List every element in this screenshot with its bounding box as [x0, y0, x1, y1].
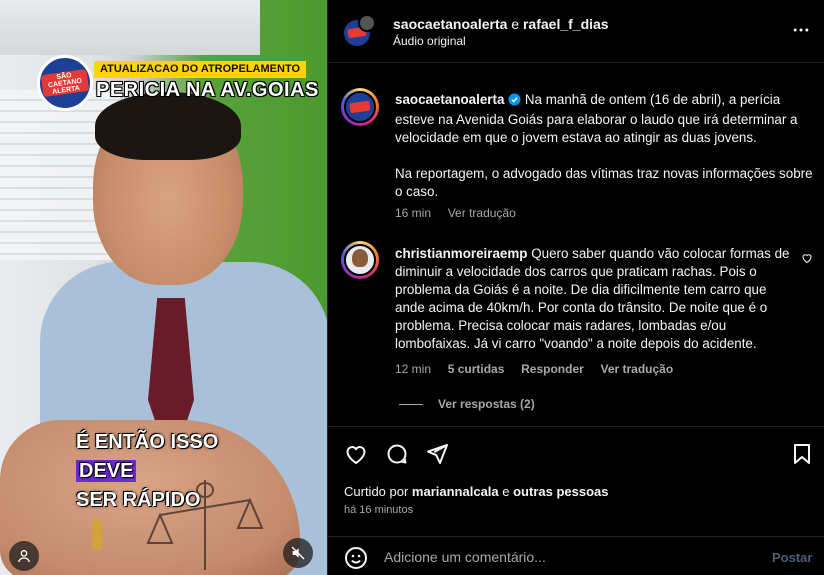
- comment-input[interactable]: [384, 547, 754, 567]
- comment-time[interactable]: 12 min: [395, 362, 431, 376]
- liked-by-others[interactable]: outras pessoas: [513, 484, 608, 499]
- header-user-1[interactable]: saocaetanoalerta: [393, 16, 507, 32]
- video-headline: PERICIA NA AV.GOIAS: [96, 79, 319, 101]
- caption-translate-link[interactable]: Ver tradução: [448, 206, 516, 220]
- verified-badge-icon: [508, 93, 521, 111]
- caption-author[interactable]: saocaetanoalerta: [395, 92, 504, 107]
- original-audio-link[interactable]: Áudio original: [393, 34, 466, 48]
- comment-translate-link[interactable]: Ver tradução: [600, 362, 673, 376]
- channel-logo-text: SÃO CAETANO ALERTA: [40, 68, 90, 98]
- comment-meta: 12 min 5 curtidas Responder Ver tradução: [395, 362, 673, 376]
- send-icon[interactable]: [425, 442, 451, 468]
- comments-list[interactable]: saocaetanoalerta Na manhã de ontem (16 d…: [328, 64, 824, 426]
- caption-paragraph-2: Na reportagem, o advogado das vítimas tr…: [395, 166, 813, 199]
- instagram-post-view: SÃO CAETANO ALERTA ATUALIZACAO DO ATROPE…: [0, 0, 824, 575]
- post-caption: saocaetanoalerta Na manhã de ontem (16 d…: [395, 91, 815, 201]
- caption-meta: 16 min Ver tradução: [395, 206, 516, 220]
- post-actions: Curtido por mariannalcala e outras pesso…: [328, 426, 824, 536]
- liked-by-prefix: Curtido por: [344, 484, 412, 499]
- video-background-wall: [0, 0, 260, 55]
- caption-avatar[interactable]: [344, 91, 376, 123]
- header-connector: e: [507, 16, 523, 32]
- liked-by-line: Curtido por mariannalcala e outras pesso…: [344, 484, 608, 499]
- view-replies-link[interactable]: Ver respostas (2): [438, 397, 535, 411]
- post-timestamp[interactable]: há 16 minutos: [344, 504, 413, 516]
- add-comment-bar: Postar: [328, 536, 824, 575]
- comment-reply-button[interactable]: Responder: [521, 362, 584, 376]
- liked-by-user[interactable]: mariannalcala: [412, 484, 499, 499]
- liked-by-connector: e: [498, 484, 514, 499]
- post-side-panel: saocaetanoalerta e rafael_f_dias Áudio o…: [327, 0, 824, 575]
- video-caption: É ENTÃO ISSO DEVE SER RÁPIDO: [76, 428, 276, 515]
- bookmark-icon[interactable]: [790, 442, 816, 468]
- header-user-2[interactable]: rafael_f_dias: [523, 16, 609, 32]
- user-icon[interactable]: [9, 541, 39, 571]
- video-tag-label: ATUALIZACAO DO ATROPELAMENTO: [94, 61, 307, 78]
- comment-icon[interactable]: [385, 442, 411, 468]
- heart-icon[interactable]: [344, 442, 370, 468]
- post-comment-button[interactable]: Postar: [772, 550, 812, 565]
- comment-avatar[interactable]: [344, 244, 376, 276]
- more-horizontal-icon[interactable]: [791, 20, 811, 40]
- reel-video[interactable]: SÃO CAETANO ALERTA ATUALIZACAO DO ATROPE…: [0, 0, 327, 575]
- heart-outline-icon[interactable]: [801, 252, 815, 266]
- post-header: saocaetanoalerta e rafael_f_dias Áudio o…: [328, 0, 824, 63]
- caption-text: É ENTÃO ISSO: [76, 431, 219, 453]
- video-person-hair: [95, 92, 241, 160]
- post-collab-authors: saocaetanoalerta e rafael_f_dias: [393, 15, 609, 33]
- emoji-icon[interactable]: [344, 546, 368, 570]
- speaker-muted-icon[interactable]: [283, 538, 313, 568]
- replies-divider: [399, 404, 423, 405]
- comment-likes[interactable]: 5 curtidas: [448, 362, 505, 376]
- channel-logo: SÃO CAETANO ALERTA: [37, 55, 93, 111]
- avatar-rafael-f-dias[interactable]: [358, 14, 376, 32]
- comment-body: christianmoreiraemp Quero saber quando v…: [395, 245, 795, 353]
- comment-text: Quero saber quando vão colocar formas de…: [395, 246, 790, 351]
- caption-time[interactable]: 16 min: [395, 206, 431, 220]
- caption-highlight: DEVE: [76, 460, 137, 482]
- caption-line-2: SER RÁPIDO: [76, 489, 201, 511]
- comment-author[interactable]: christianmoreiraemp: [395, 246, 527, 261]
